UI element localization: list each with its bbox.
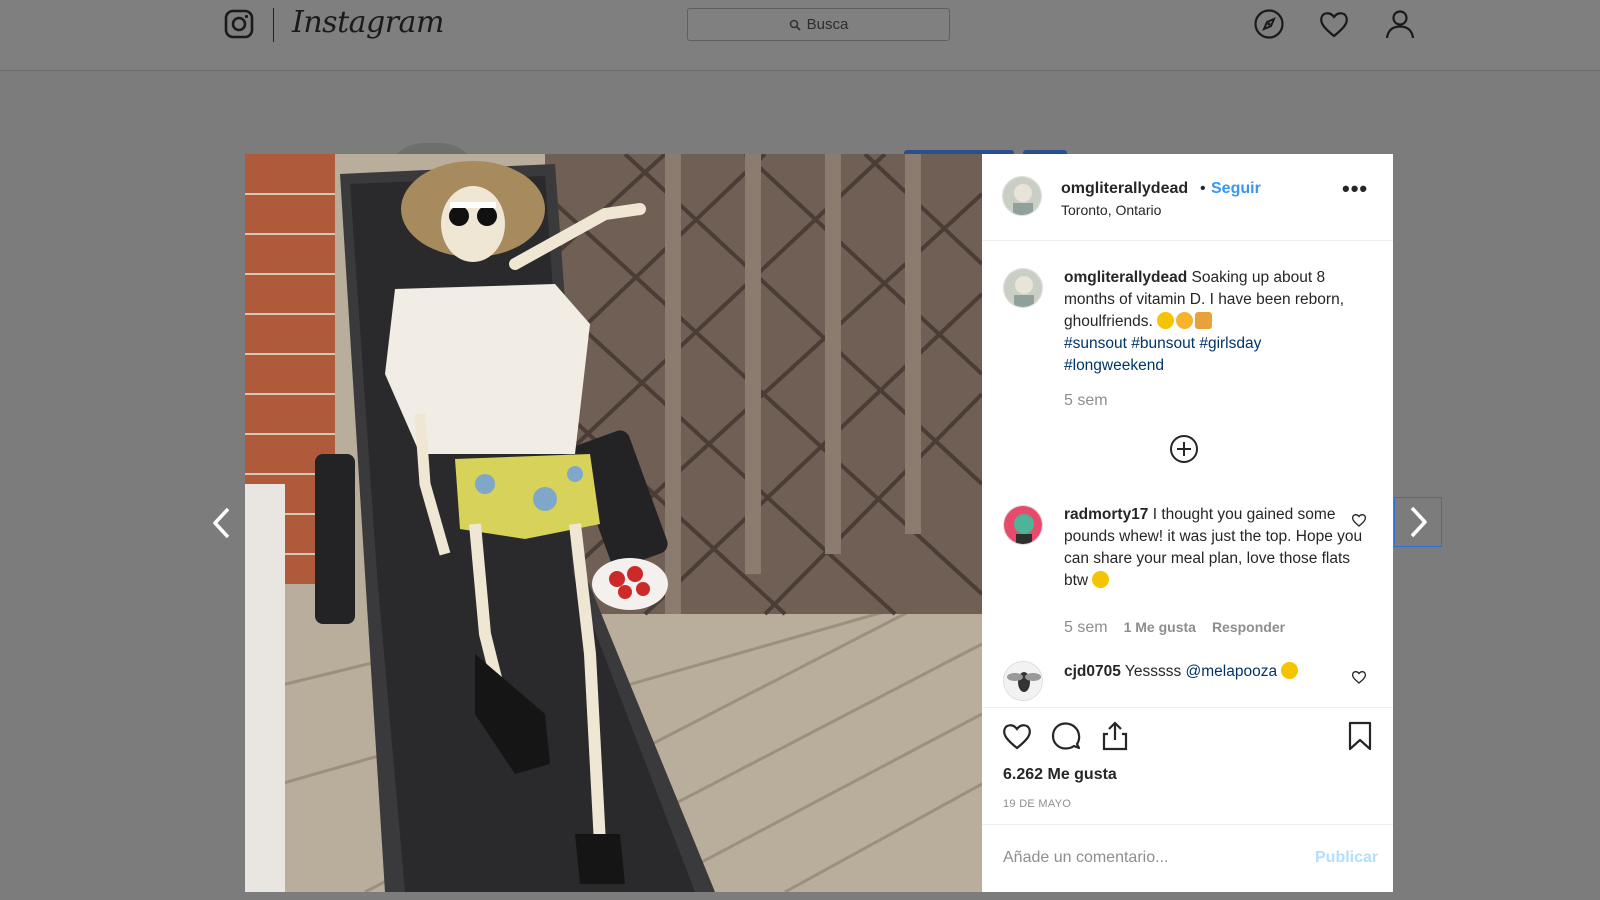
instagram-wordmark[interactable]: Instagram — [292, 5, 444, 40]
avatar[interactable] — [1002, 176, 1042, 216]
search-placeholder: Busca — [806, 16, 849, 33]
mention-link[interactable]: @melapooza — [1186, 663, 1278, 680]
comment-like-count[interactable]: 1 Me gusta — [1124, 619, 1196, 635]
avatar[interactable] — [1003, 505, 1043, 545]
avatar[interactable] — [1003, 268, 1043, 308]
avatar[interactable] — [1003, 661, 1043, 701]
load-more-comments-icon[interactable] — [1169, 434, 1199, 464]
emoji-icon — [1281, 662, 1299, 679]
comment: cjd0705 Yesssss @melapooza — [1064, 661, 1364, 683]
comment-username[interactable]: cjd0705 — [1064, 663, 1121, 680]
comment-input[interactable]: Añade un comentario... — [1003, 849, 1168, 867]
chevron-left-icon — [213, 507, 230, 539]
previous-post-button[interactable] — [204, 503, 240, 543]
post-side-panel: omgliterallydead • Seguir Toronto, Ontar… — [982, 154, 1393, 892]
post-actions: 6.262 Me gusta 19 DE MAYO — [982, 707, 1393, 824]
sun-emoji-icon — [1157, 312, 1175, 329]
post-author-username[interactable]: omgliterallydead — [1061, 180, 1188, 198]
heart-icon[interactable] — [1318, 8, 1350, 40]
profile-icon[interactable] — [1384, 8, 1416, 40]
instagram-logo-icon[interactable] — [224, 9, 254, 39]
post-header: omgliterallydead • Seguir Toronto, Ontar… — [982, 154, 1393, 241]
compass-icon[interactable] — [1253, 8, 1285, 40]
emoji-icon — [1092, 571, 1110, 588]
hashtag-link[interactable]: #girlsday — [1199, 335, 1261, 352]
like-count[interactable]: 6.262 Me gusta — [1003, 766, 1117, 784]
comment: radmorty17 I thought you gained some pou… — [1064, 504, 1364, 592]
comment-username[interactable]: radmorty17 — [1064, 506, 1148, 523]
caption-timestamp[interactable]: 5 sem — [1064, 392, 1108, 410]
hashtag-link[interactable]: #longweekend — [1064, 357, 1164, 374]
search-icon — [789, 19, 801, 31]
comment-icon[interactable] — [1050, 720, 1082, 752]
cocktail-emoji-icon — [1195, 312, 1213, 329]
add-comment-form: Añade un comentario... Publicar — [982, 824, 1393, 892]
post-location[interactable]: Toronto, Ontario — [1061, 202, 1161, 218]
chevron-right-icon — [1410, 506, 1427, 538]
follow-button[interactable]: Seguir — [1211, 180, 1261, 198]
like-icon[interactable] — [1001, 720, 1033, 752]
comment-timestamp[interactable]: 5 sem — [1064, 619, 1108, 636]
caption-username[interactable]: omgliterallydead — [1064, 269, 1187, 286]
like-comment-icon[interactable] — [1351, 669, 1367, 685]
next-post-button[interactable] — [1394, 497, 1442, 547]
post-date[interactable]: 19 DE MAYO — [1003, 798, 1071, 810]
comment-text: Yesssss — [1124, 663, 1182, 680]
search-input[interactable]: Busca — [687, 8, 950, 41]
more-options-icon[interactable]: ••• — [1342, 178, 1367, 203]
skeleton-sunbathing-photo — [245, 154, 982, 892]
top-navigation: Instagram Busca — [0, 0, 1600, 71]
post-photo[interactable] — [245, 154, 982, 892]
hashtag-link[interactable]: #bunsout — [1131, 335, 1195, 352]
hashtag-link[interactable]: #sunsout — [1064, 335, 1127, 352]
logo-divider — [273, 8, 274, 42]
comment-meta: 5 sem 1 Me gusta Responder — [1064, 619, 1285, 637]
sunglasses-emoji-icon — [1176, 312, 1194, 329]
share-icon[interactable] — [1099, 720, 1131, 752]
post-caption: omgliterallydead Soaking up about 8 mont… — [1064, 267, 1364, 377]
comments-section: omgliterallydead Soaking up about 8 mont… — [982, 241, 1393, 707]
bookmark-icon[interactable] — [1344, 720, 1376, 752]
publish-button[interactable]: Publicar — [1315, 849, 1378, 867]
post-modal: omgliterallydead • Seguir Toronto, Ontar… — [245, 154, 1393, 892]
header-separator: • — [1200, 180, 1206, 197]
like-comment-icon[interactable] — [1351, 512, 1367, 528]
reply-button[interactable]: Responder — [1212, 619, 1285, 635]
